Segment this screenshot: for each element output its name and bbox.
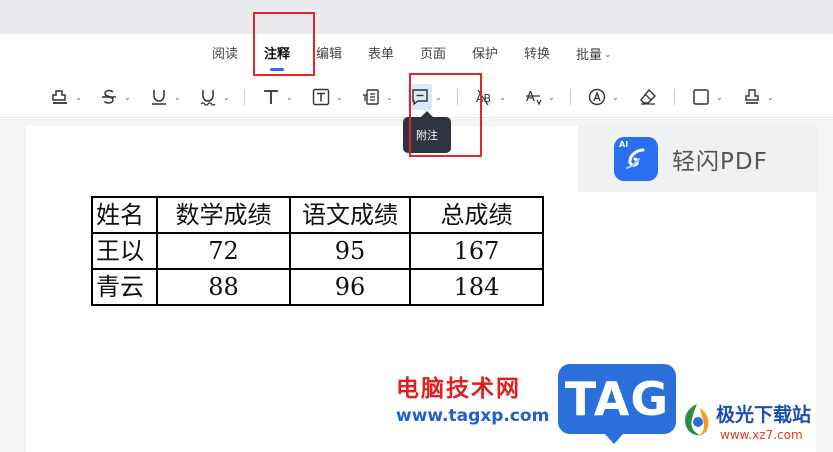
table-header-cell: 语文成绩	[289, 196, 411, 234]
text-icon	[259, 84, 283, 110]
menu-page[interactable]: 页面	[420, 47, 446, 63]
watermark-tag-logo: TAG	[558, 364, 676, 444]
watermark-jg: 极光下载站 www.xz7.com	[680, 398, 830, 448]
textbox-tool[interactable]: ⌄	[309, 84, 343, 110]
insert-text-tool[interactable]: A ⌄	[521, 84, 555, 110]
wavy-underline-icon	[196, 84, 220, 110]
chevron-down-icon: ⌄	[548, 92, 555, 102]
jg-logo-icon	[685, 404, 709, 436]
rectangle-tool[interactable]: ⌄	[689, 84, 723, 110]
table-cell: 王以	[91, 232, 158, 270]
table-row: 王以 72 95 167	[91, 232, 544, 270]
toolbar-separator	[674, 89, 675, 105]
table-cell: 184	[409, 268, 544, 306]
eraser-tool[interactable]	[636, 84, 660, 110]
watermark-site-url: www.tagxp.com	[396, 406, 550, 426]
insert-text-icon: A	[521, 84, 545, 110]
table-header-cell: 姓名	[91, 196, 158, 234]
chevron-down-icon: ⌄	[612, 92, 619, 102]
table-row: 青云 88 96 184	[91, 268, 544, 306]
chevron-down-icon: ⌄	[174, 92, 181, 102]
table-cell: 72	[156, 232, 291, 270]
callout-tool[interactable]: ⌄	[359, 84, 393, 110]
shape-tool[interactable]: ⌄	[585, 84, 619, 110]
highlight-box-annotate-tab	[253, 12, 315, 76]
table-header-row: 姓名 数学成绩 语文成绩 总成绩	[91, 196, 544, 234]
text-tool[interactable]: ⌄	[259, 84, 293, 110]
chevron-down-icon: ⌄	[75, 92, 82, 102]
toolbar-separator	[244, 89, 245, 105]
menu-edit[interactable]: 编辑	[316, 47, 342, 63]
menu-bar: 阅读 注释 编辑 表单 页面 保护 转换 批量 ⌄	[0, 34, 833, 78]
eraser-icon	[636, 84, 660, 110]
chevron-down-icon: ⌄	[604, 50, 612, 60]
highlight-icon	[48, 84, 72, 110]
textbox-icon	[309, 84, 333, 110]
table-cell: 95	[289, 232, 411, 270]
shape-icon	[585, 84, 609, 110]
title-bar	[0, 0, 833, 34]
table-cell: 167	[409, 232, 544, 270]
table-cell: 青云	[91, 268, 158, 306]
svg-text:A: A	[526, 90, 535, 105]
chevron-down-icon: ⌄	[124, 92, 131, 102]
table-cell: 88	[156, 268, 291, 306]
watermark-site-name: 电脑技术网	[396, 376, 521, 402]
menu-batch[interactable]: 批量 ⌄	[576, 47, 612, 64]
strikethrough-icon	[97, 84, 121, 110]
chevron-down-icon: ⌄	[286, 92, 293, 102]
menu-convert[interactable]: 转换	[524, 47, 550, 63]
chevron-down-icon: ⌄	[223, 92, 230, 102]
strikethrough-tool[interactable]: ⌄	[97, 84, 131, 110]
underline-icon	[147, 84, 171, 110]
table-header-cell: 总成绩	[409, 196, 544, 234]
rectangle-icon	[689, 84, 713, 110]
toolbar-separator	[570, 89, 571, 105]
grades-table: 姓名 数学成绩 语文成绩 总成绩 王以 72 95 167 青云 88 96 1…	[91, 196, 544, 306]
brand-banner: AI 轻闪PDF	[578, 126, 818, 192]
menu-read[interactable]: 阅读	[212, 47, 238, 63]
brand-name: 轻闪PDF	[672, 149, 768, 175]
underline-tool[interactable]: ⌄	[147, 84, 181, 110]
chevron-down-icon: ⌄	[336, 92, 343, 102]
menu-form[interactable]: 表单	[368, 47, 394, 63]
table-header-cell: 数学成绩	[156, 196, 291, 234]
chevron-down-icon: ⌄	[499, 92, 506, 102]
chevron-down-icon: ⌄	[386, 92, 393, 102]
wavy-underline-tool[interactable]: ⌄	[196, 84, 230, 110]
table-cell: 96	[289, 268, 411, 306]
chevron-down-icon: ⌄	[767, 92, 774, 102]
highlight-box-note-tool	[409, 73, 482, 157]
stamp-tool[interactable]: ⌄	[740, 84, 774, 110]
stamp-icon	[740, 84, 764, 110]
highlight-tool[interactable]: ⌄	[48, 84, 82, 110]
menu-protect[interactable]: 保护	[472, 47, 498, 63]
callout-icon	[359, 84, 383, 110]
chevron-down-icon: ⌄	[716, 92, 723, 102]
brand-logo-icon: AI	[614, 137, 658, 181]
